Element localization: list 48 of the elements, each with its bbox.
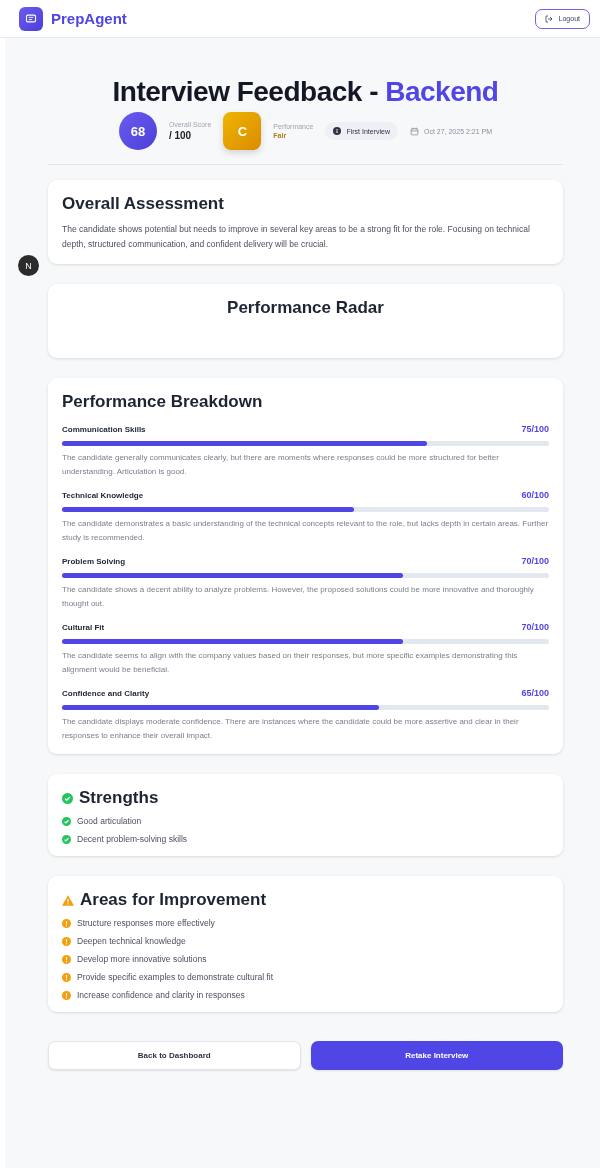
- check-circle-icon: [62, 834, 71, 844]
- brand-name: PrepAgent: [51, 10, 127, 27]
- card-title: Performance Radar: [226, 298, 385, 318]
- strength-item: Good articulation: [77, 816, 142, 826]
- improvement-item: Structure responses more effectively: [77, 918, 215, 928]
- skill-score: 60/100: [521, 490, 549, 500]
- app-logo[interactable]: [19, 6, 43, 31]
- card-title: Overall Assessment: [62, 194, 225, 214]
- improvement-item: Deepen technical knowledge: [77, 936, 186, 946]
- strength-item: Decent problem-solving skills: [77, 834, 188, 844]
- skill-description: The candidate generally communicates clearly, but there are moments where responses could be more structured for better understanding. Articulation is good.: [62, 452, 500, 478]
- alert-circle-icon: [62, 972, 71, 982]
- score-circle: 68: [118, 112, 157, 150]
- logout-icon: [544, 14, 553, 23]
- improvement-item: Develop more innovative solutions: [77, 954, 207, 964]
- skill-description: The candidate displays moderate confidence. There are instances where the candidate could be more assertive and clear in their responses to enhance their overall impact.: [62, 716, 520, 742]
- skill-score: 70/100: [521, 556, 549, 566]
- card-title: Strengths: [79, 788, 159, 808]
- alert-circle-icon: [62, 936, 71, 946]
- alert-circle-icon: [62, 990, 71, 1000]
- assessment-text: The candidate shows potential but needs to improve in several key areas to be a strong fit for the role. Focusing on technical depth, structured communication, and confident delivery will be crucial.: [62, 223, 531, 251]
- skill-name: Technical Knowledge: [62, 490, 144, 500]
- back-to-dashboard-button[interactable]: Back to Dashboard: [48, 1041, 301, 1070]
- card-title: Areas for Improvement: [80, 890, 267, 910]
- skill-description: The candidate demonstrates a basic understanding of the technical concepts relevant to the role, but lacks depth in certain areas. Further study is recommended.: [62, 518, 549, 544]
- improvement-item: Increase confidence and clarity in responses: [77, 990, 245, 1000]
- skill-score: 65/100: [521, 688, 549, 698]
- grade-badge: C: [223, 112, 262, 150]
- retake-interview-button[interactable]: Retake Interview: [310, 1041, 563, 1070]
- skill-name: Communication Skills: [62, 424, 146, 434]
- info-icon: [333, 127, 342, 135]
- page-title: Interview Feedback - Backend: [111, 76, 500, 108]
- skill-score: 75/100: [521, 424, 549, 434]
- alert-circle-icon: [62, 918, 71, 928]
- warning-icon: [62, 894, 74, 906]
- skill-score: 70/100: [521, 622, 549, 632]
- calendar-icon: [409, 126, 419, 136]
- improvement-item: Provide specific examples to demonstrate cultural fit: [77, 972, 274, 982]
- skill-description: The candidate shows a decent ability to analyze problems. However, the proposed solutions could be more innovative and thoroughly thought out.: [62, 584, 535, 610]
- skill-name: Cultural Fit: [62, 622, 105, 632]
- alert-circle-icon: [62, 954, 71, 964]
- skill-name: Problem Solving: [62, 556, 126, 566]
- card-title: Performance Breakdown: [62, 392, 264, 412]
- score-total: / 100: [168, 130, 193, 141]
- skill-name: Confidence and Clarity: [62, 688, 150, 698]
- skill-description: The candidate seems to align with the company values based on their responses, but more specific examples demonstrating this alignment would be beneficial.: [62, 650, 519, 676]
- check-circle-icon: [62, 816, 71, 826]
- check-circle-icon: [62, 792, 73, 804]
